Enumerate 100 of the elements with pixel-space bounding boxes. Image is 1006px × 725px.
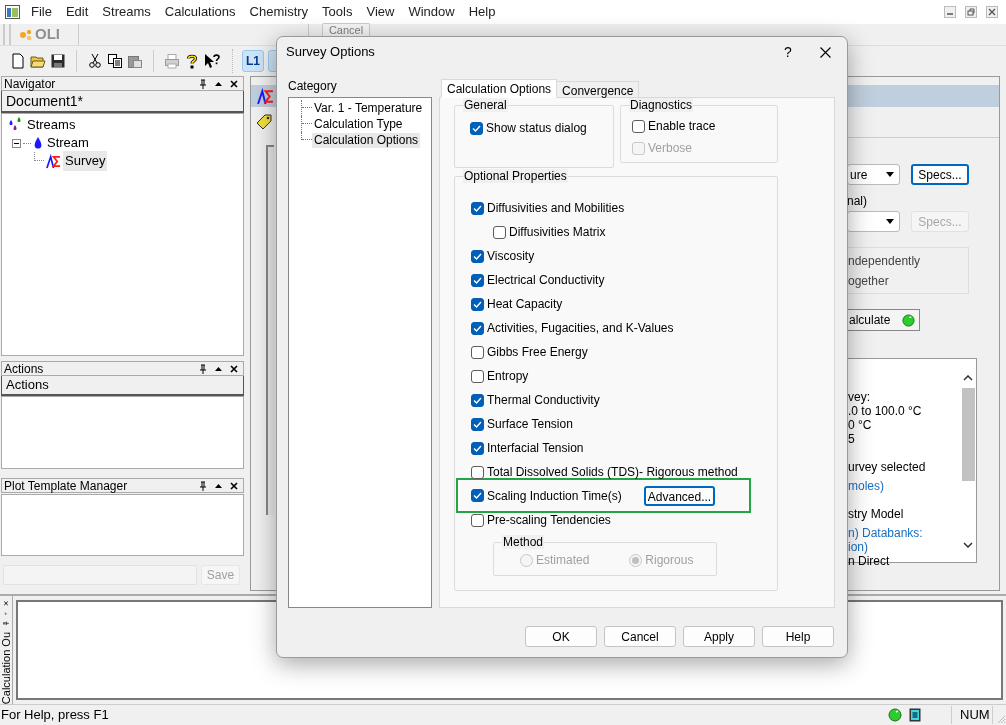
menu-item[interactable]: Calculations <box>157 2 243 22</box>
calculate-button[interactable]: alculate <box>847 309 920 331</box>
l1-button[interactable]: L1 <box>242 50 264 72</box>
sigma-icon <box>46 153 61 169</box>
pin-icon[interactable] <box>1 621 11 626</box>
collapse-box-icon[interactable] <box>12 138 21 148</box>
result-text: stry Model <box>848 507 905 521</box>
checkbox[interactable]: Pre-scaling Tendencies <box>471 511 611 529</box>
close-icon[interactable] <box>820 46 831 58</box>
close-icon[interactable] <box>2 601 10 606</box>
checkbox[interactable]: Entropy <box>471 367 529 385</box>
status-text: For Help, press F1 <box>0 705 109 724</box>
scroll-up-icon[interactable] <box>963 375 973 381</box>
checkbox[interactable]: Heat Capacity <box>471 295 563 313</box>
panel-title: Navigator <box>4 75 56 93</box>
document-tab[interactable]: Document1* <box>1 91 244 113</box>
checkbox[interactable]: Activities, Fugacities, and K-Values <box>471 319 674 337</box>
help-icon[interactable] <box>184 53 200 69</box>
result-link[interactable]: moles) <box>848 479 960 493</box>
status-light-icon <box>888 707 902 722</box>
panel-title: Actions <box>4 360 44 378</box>
pin-icon[interactable] <box>199 78 207 89</box>
checkbox[interactable]: Enable trace <box>632 117 716 135</box>
close-icon[interactable] <box>230 79 238 88</box>
save-icon[interactable] <box>50 53 66 69</box>
checkbox[interactable]: Total Dissolved Solids (TDS)- Rigorous method <box>471 463 738 481</box>
context-help-icon[interactable] <box>204 53 220 69</box>
checkbox[interactable]: Diffusivities and Mobilities <box>471 199 625 217</box>
specs-button[interactable]: Specs... <box>911 164 969 185</box>
tag-icon <box>256 114 272 130</box>
restore-icon[interactable] <box>965 6 977 18</box>
output-tab[interactable]: Calculation Ou <box>0 631 12 704</box>
caret-icon <box>886 172 894 177</box>
scroll-thumb[interactable] <box>961 388 975 481</box>
tree-item[interactable]: Calculation Options <box>312 132 421 148</box>
resize-grip-icon[interactable] <box>996 714 1006 724</box>
close-icon[interactable] <box>986 6 998 18</box>
menu-item[interactable]: View <box>359 2 402 22</box>
status-light-icon <box>902 313 916 327</box>
checkbox[interactable]: Viscosity <box>471 247 535 265</box>
copy-icon[interactable] <box>107 53 123 69</box>
group-title: Method <box>502 535 545 549</box>
toolbar-grip[interactable] <box>3 24 11 45</box>
tree-item[interactable]: Survey <box>63 151 108 171</box>
collapse-icon[interactable] <box>215 81 222 86</box>
dialog-button[interactable]: Help <box>762 626 834 647</box>
dialog-button[interactable]: OK <box>525 626 597 647</box>
result-text: .0 to 100.0 °C <box>848 404 923 418</box>
expand-icon[interactable] <box>4 611 8 616</box>
checkbox[interactable]: Thermal Conductivity <box>471 391 600 409</box>
minimize-icon[interactable] <box>944 6 956 18</box>
caret-icon <box>886 219 894 224</box>
menu-item[interactable]: Tools <box>315 2 360 22</box>
tree-item[interactable]: Stream <box>45 133 91 153</box>
result-text: urvey selected <box>848 460 927 474</box>
app-icon[interactable] <box>5 5 20 19</box>
result-link[interactable]: ion) <box>848 540 960 554</box>
tree-item[interactable]: Streams <box>25 115 78 135</box>
result-link[interactable]: n) Databanks: <box>848 526 960 540</box>
checkbox[interactable]: Scaling Induction Time(s) <box>471 487 622 504</box>
category-label: Category <box>288 79 338 95</box>
tab[interactable]: Calculation Options <box>441 79 558 98</box>
dropdown[interactable] <box>847 211 900 232</box>
dialog-button[interactable]: Apply <box>683 626 755 647</box>
tab[interactable]: Convergence <box>557 81 640 98</box>
num-lock-indicator: NUM <box>960 705 991 724</box>
menu-item[interactable]: Help <box>461 2 503 22</box>
folder-icon[interactable] <box>30 53 46 69</box>
close-icon[interactable] <box>230 364 238 373</box>
group-title: General <box>463 98 508 112</box>
collapse-icon[interactable] <box>215 483 222 488</box>
help-button[interactable]: ? <box>776 41 800 63</box>
menu-item[interactable]: Chemistry <box>242 2 316 22</box>
menu-item[interactable]: File <box>24 2 59 22</box>
checkbox[interactable]: Show status dialog <box>470 119 587 137</box>
sigma-icon <box>257 87 274 105</box>
scissors-icon[interactable] <box>87 53 103 69</box>
advanced-button[interactable]: Advanced... <box>644 485 715 506</box>
dropdown[interactable]: ure <box>847 164 900 185</box>
tree-item[interactable]: Var. 1 - Temperature <box>312 100 425 116</box>
new-document-icon[interactable] <box>10 53 26 69</box>
menu-item[interactable]: Streams <box>95 2 158 22</box>
menu-item[interactable]: Window <box>401 2 462 22</box>
field-label: nal) <box>847 194 868 208</box>
checkbox[interactable]: Surface Tension <box>471 415 573 433</box>
scroll-down-icon[interactable] <box>963 542 973 548</box>
pin-icon[interactable] <box>199 363 207 374</box>
checkbox[interactable]: Interfacial Tension <box>471 439 584 457</box>
pin-icon[interactable] <box>199 480 207 491</box>
checkbox[interactable]: Gibbs Free Energy <box>471 343 588 361</box>
menu-item[interactable]: Edit <box>58 2 96 22</box>
close-icon[interactable] <box>230 481 238 490</box>
group-title: Optional Properties <box>463 169 568 183</box>
checkbox[interactable]: Electrical Conductivity <box>471 271 605 289</box>
dialog-button[interactable]: Cancel <box>604 626 676 647</box>
logo: OLI <box>11 24 79 45</box>
checkbox[interactable]: Diffusivities Matrix <box>493 223 606 241</box>
clipboard-icon[interactable] <box>127 53 143 69</box>
collapse-icon[interactable] <box>215 366 222 371</box>
tree-item[interactable]: Calculation Type <box>312 116 405 132</box>
